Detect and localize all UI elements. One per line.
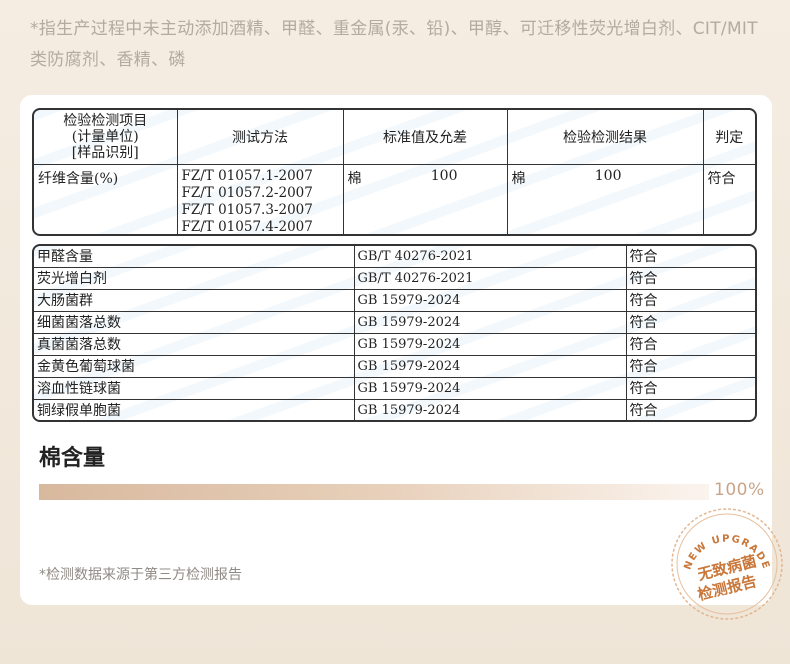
row-item: 甲醛含量 <box>34 246 355 268</box>
header-standard: 标准值及允差 <box>342 110 508 165</box>
row-standard: GB 15979-2024 <box>353 311 627 334</box>
row-item: 细菌菌落总数 <box>34 311 355 334</box>
row-verdict: 符合 <box>625 311 755 334</box>
row-verdict: 符合 <box>625 399 755 420</box>
table-row: 金黄色葡萄球菌 GB 15979-2024 符合 <box>34 355 755 378</box>
header-method: 测试方法 <box>176 110 344 165</box>
row-standard: GB 15979-2024 <box>353 377 627 400</box>
row-item: 大肠菌群 <box>34 289 355 312</box>
result-fiber: 棉 <box>511 171 526 187</box>
table-row: 细菌菌落总数 GB 15979-2024 符合 <box>34 311 755 334</box>
fiber-content-table: 检验检测项目 (计量单位) [样品识别] 测试方法 标准值及允差 检验检测结果 … <box>32 108 757 236</box>
row-standard: GB/T 40276-2021 <box>353 267 627 290</box>
table-row: 甲醛含量 GB/T 40276-2021 符合 <box>34 246 755 268</box>
cotton-progress-bar <box>39 484 709 500</box>
method-line: FZ/T 01057.1-2007 <box>181 168 313 184</box>
header-result: 检验检测结果 <box>506 110 704 165</box>
top-footnote: *指生产过程中未主动添加酒精、甲醛、重金属(汞、铅)、甲醇、可迁移性荧光增白剂、… <box>30 19 758 70</box>
row-item: 铜绿假单胞菌 <box>34 399 355 420</box>
table-row: 纤维含量(%) FZ/T 01057.1-2007 FZ/T 01057.2-2… <box>34 164 755 235</box>
row-verdict: 符合 <box>625 246 755 268</box>
row-standard: GB 15979-2024 <box>353 399 627 420</box>
method-line: FZ/T 01057.3-2007 <box>181 202 313 218</box>
row-verdict: 符合 <box>625 355 755 378</box>
row-standard: GB 15979-2024 <box>353 289 627 312</box>
cotton-content-title: 棉含量 <box>39 446 106 471</box>
safety-test-table: 甲醛含量 GB/T 40276-2021 符合 荧光增白剂 GB/T 40276… <box>32 244 757 422</box>
row-standard: GB/T 40276-2021 <box>353 246 627 268</box>
row-verdict: 符合 <box>625 377 755 400</box>
header-item-line2: (计量单位) <box>71 129 139 145</box>
row-item: 溶血性链球菌 <box>34 377 355 400</box>
header-item-line1: 检验检测项目 <box>63 113 148 129</box>
row-item: 金黄色葡萄球菌 <box>34 355 355 378</box>
result-value: 100 <box>594 168 622 184</box>
table-header-row: 检验检测项目 (计量单位) [样品识别] 测试方法 标准值及允差 检验检测结果 … <box>34 110 755 165</box>
row-methods: FZ/T 01057.1-2007 FZ/T 01057.2-2007 FZ/T… <box>176 164 344 235</box>
table-row: 真菌菌落总数 GB 15979-2024 符合 <box>34 333 755 356</box>
row-standard: GB 15979-2024 <box>353 355 627 378</box>
upgrade-seal: NEW UPGRADE 无致病菌 检测报告 <box>668 505 786 623</box>
cotton-progress-fill <box>39 484 709 500</box>
standard-value: 100 <box>430 168 458 184</box>
table-row: 溶血性链球菌 GB 15979-2024 符合 <box>34 377 755 400</box>
header-verdict: 判定 <box>702 110 755 165</box>
table-row: 铜绿假单胞菌 GB 15979-2024 符合 <box>34 399 755 420</box>
row-item: 真菌菌落总数 <box>34 333 355 356</box>
method-line: FZ/T 01057.2-2007 <box>181 185 313 201</box>
row-item: 纤维含量(%) <box>34 164 178 234</box>
header-item: 检验检测项目 (计量单位) [样品识别] <box>34 110 178 165</box>
row-standard: 棉 100 <box>342 164 508 234</box>
method-line: FZ/T 01057.4-2007 <box>181 219 313 235</box>
row-standard: GB 15979-2024 <box>353 333 627 356</box>
row-result: 棉 100 <box>506 164 704 234</box>
row-verdict: 符合 <box>625 289 755 312</box>
bottom-footnote: *检测数据来源于第三方检测报告 <box>39 567 242 583</box>
row-verdict: 符合 <box>702 164 755 234</box>
row-verdict: 符合 <box>625 267 755 290</box>
row-item: 荧光增白剂 <box>34 267 355 290</box>
cotton-percent-label: 100% <box>714 480 765 500</box>
standard-fiber: 棉 <box>347 171 362 187</box>
table-row: 荧光增白剂 GB/T 40276-2021 符合 <box>34 267 755 290</box>
table-row: 大肠菌群 GB 15979-2024 符合 <box>34 289 755 312</box>
header-item-line3: [样品识别] <box>71 145 139 161</box>
row-verdict: 符合 <box>625 333 755 356</box>
